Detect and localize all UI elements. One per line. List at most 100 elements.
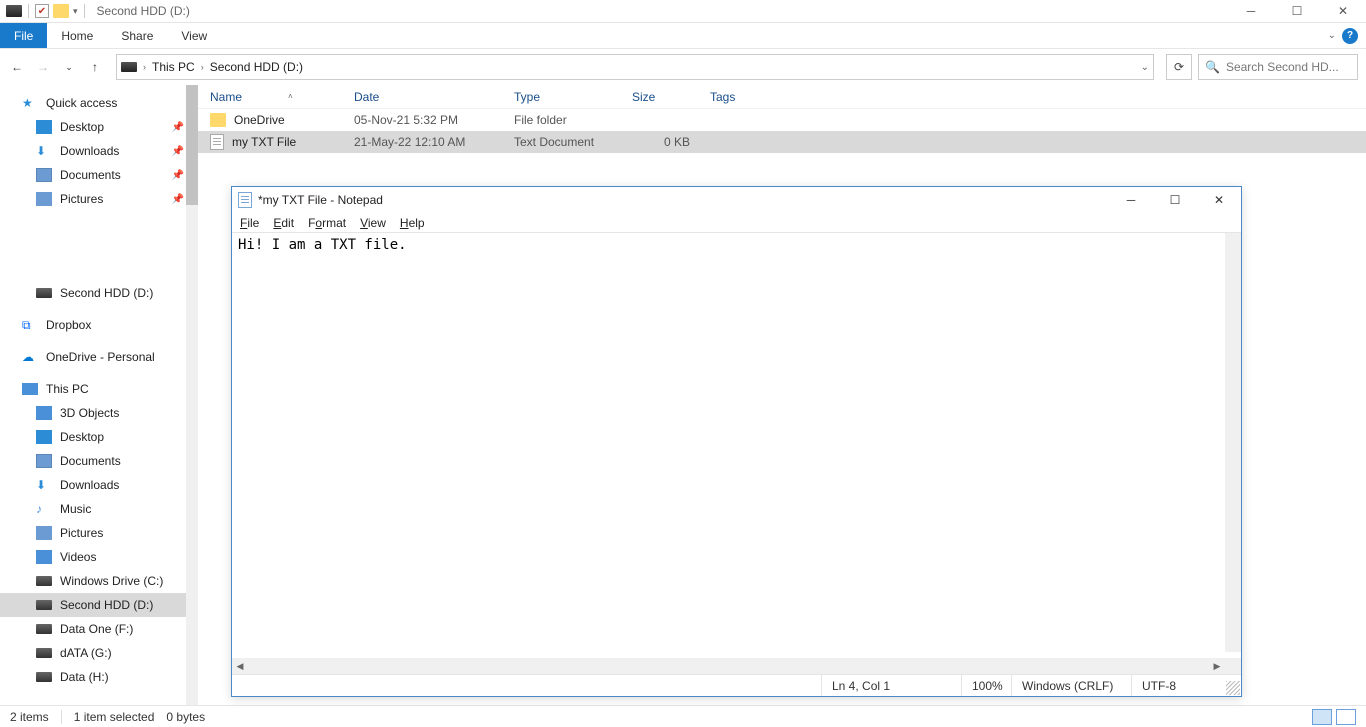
crumb-thispc[interactable]: This PC xyxy=(152,60,195,74)
notepad-maximize-button[interactable]: ☐ xyxy=(1153,187,1197,213)
drive-icon xyxy=(36,648,52,658)
drive-icon xyxy=(36,288,52,298)
drive-icon xyxy=(36,624,52,634)
refresh-button[interactable]: ⟳ xyxy=(1166,54,1192,80)
sidebar-pictures[interactable]: Pictures📌 xyxy=(0,187,198,211)
sort-asc-icon: ˄ xyxy=(288,92,293,101)
notepad-editor[interactable]: Hi! I am a TXT file. xyxy=(232,233,1241,674)
sidebar-dropbox[interactable]: ⧉Dropbox xyxy=(0,313,198,337)
notepad-vscrollbar[interactable] xyxy=(1225,233,1241,652)
file-row[interactable]: OneDrive 05-Nov-21 5:32 PM File folder xyxy=(198,109,1366,131)
col-name[interactable]: Name˄ xyxy=(210,90,354,104)
menu-view[interactable]: View xyxy=(360,216,386,230)
sidebar-windows-drive[interactable]: Windows Drive (C:) xyxy=(0,569,198,593)
sidebar-scrollthumb[interactable] xyxy=(186,85,198,205)
notepad-scroll-corner xyxy=(1225,658,1241,674)
notepad-minimize-button[interactable]: ─ xyxy=(1109,187,1153,213)
pc-icon xyxy=(22,383,38,395)
download-icon: ⬇ xyxy=(36,144,52,158)
crumb-drive[interactable]: Second HDD (D:) xyxy=(210,60,303,74)
qat-newfolder-icon[interactable] xyxy=(53,4,69,18)
minimize-button[interactable]: ─ xyxy=(1228,0,1274,23)
search-placeholder: Search Second HD... xyxy=(1226,60,1339,74)
ribbon-expand-icon[interactable]: ⌄ xyxy=(1328,30,1336,41)
sidebar-documents-pc[interactable]: Documents xyxy=(0,449,198,473)
status-eol: Windows (CRLF) xyxy=(1011,675,1131,696)
menu-help[interactable]: Help xyxy=(400,216,425,230)
chevron-right-icon[interactable]: › xyxy=(201,62,204,72)
sidebar-documents[interactable]: Documents📌 xyxy=(0,163,198,187)
sidebar-videos[interactable]: Videos xyxy=(0,545,198,569)
history-dropdown[interactable]: ⌄ xyxy=(60,58,78,76)
sidebar-pictures-pc[interactable]: Pictures xyxy=(0,521,198,545)
download-icon: ⬇ xyxy=(36,478,52,492)
sidebar-data-one[interactable]: Data One (F:) xyxy=(0,617,198,641)
details-view-button[interactable] xyxy=(1312,709,1332,725)
menu-edit[interactable]: Edit xyxy=(273,216,294,230)
sidebar-thispc[interactable]: This PC xyxy=(0,377,198,401)
document-icon xyxy=(36,454,52,468)
pin-icon: 📌 xyxy=(172,122,184,133)
navbar: ← → ⌄ ↑ › This PC › Second HDD (D:) ⌄ ⟳ … xyxy=(0,49,1366,85)
sidebar-data-g[interactable]: dATA (G:) xyxy=(0,641,198,665)
search-box[interactable]: 🔍 Search Second HD... xyxy=(1198,54,1358,80)
star-icon: ★ xyxy=(22,96,38,110)
notepad-title: *my TXT File - Notepad xyxy=(258,193,383,207)
ribbon-share[interactable]: Share xyxy=(107,23,167,48)
forward-button[interactable]: → xyxy=(34,58,52,76)
menu-file[interactable]: File xyxy=(240,216,259,230)
col-tags[interactable]: Tags xyxy=(710,90,1366,104)
sidebar: ★Quick access Desktop📌 ⬇Downloads📌 Docum… xyxy=(0,85,198,705)
desktop-icon xyxy=(36,430,52,444)
sidebar-onedrive[interactable]: ☁OneDrive - Personal xyxy=(0,345,198,369)
sidebar-second-hdd-qa[interactable]: Second HDD (D:) xyxy=(0,281,198,305)
chevron-right-icon[interactable]: › xyxy=(143,62,146,72)
scroll-left-icon[interactable]: ◀ xyxy=(232,658,248,674)
sidebar-desktop[interactable]: Desktop📌 xyxy=(0,115,198,139)
col-type[interactable]: Type xyxy=(514,90,632,104)
notepad-titlebar[interactable]: *my TXT File - Notepad ─ ☐ ✕ xyxy=(232,187,1241,213)
cloud-icon: ☁ xyxy=(22,350,38,364)
pictures-icon xyxy=(36,526,52,540)
col-size[interactable]: Size xyxy=(632,90,710,104)
notepad-menubar: File Edit Format View Help xyxy=(232,213,1241,233)
sidebar-desktop-pc[interactable]: Desktop xyxy=(0,425,198,449)
ribbon-view[interactable]: View xyxy=(167,23,221,48)
back-button[interactable]: ← xyxy=(8,58,26,76)
status-selection: 1 item selected xyxy=(74,710,155,724)
sidebar-music[interactable]: ♪Music xyxy=(0,497,198,521)
resize-grip-icon[interactable] xyxy=(1226,681,1240,695)
maximize-button[interactable]: ☐ xyxy=(1274,0,1320,23)
menu-format[interactable]: Format xyxy=(308,216,346,230)
drive-icon xyxy=(6,5,22,17)
pin-icon: 📌 xyxy=(172,146,184,157)
file-row-selected[interactable]: my TXT File 21-May-22 12:10 AM Text Docu… xyxy=(198,131,1366,153)
notepad-hscrollbar[interactable]: ◀ ▶ xyxy=(232,658,1225,674)
ribbon-home[interactable]: Home xyxy=(47,23,107,48)
notepad-close-button[interactable]: ✕ xyxy=(1197,187,1241,213)
sidebar-second-hdd[interactable]: Second HDD (D:) xyxy=(0,593,198,617)
status-bytes: 0 bytes xyxy=(166,710,205,724)
qat-dropdown-icon[interactable]: ▾ xyxy=(73,6,78,17)
sidebar-quick-access[interactable]: ★Quick access xyxy=(0,91,198,115)
address-drive-icon xyxy=(121,62,137,72)
dropbox-icon: ⧉ xyxy=(22,318,38,332)
qat-properties-icon[interactable]: ✔ xyxy=(35,4,49,18)
up-button[interactable]: ↑ xyxy=(86,58,104,76)
address-dropdown-icon[interactable]: ⌄ xyxy=(1141,62,1149,73)
sidebar-3d-objects[interactable]: 3D Objects xyxy=(0,401,198,425)
notepad-statusbar: Ln 4, Col 1 100% Windows (CRLF) UTF-8 xyxy=(232,674,1241,696)
textfile-icon xyxy=(210,134,224,150)
col-date[interactable]: Date xyxy=(354,90,514,104)
sidebar-downloads[interactable]: ⬇Downloads📌 xyxy=(0,139,198,163)
status-bar: 2 items 1 item selected 0 bytes xyxy=(0,705,1366,727)
pictures-icon xyxy=(36,192,52,206)
tiles-view-button[interactable] xyxy=(1336,709,1356,725)
help-icon[interactable]: ? xyxy=(1342,28,1358,44)
sidebar-data-h[interactable]: Data (H:) xyxy=(0,665,198,689)
scroll-right-icon[interactable]: ▶ xyxy=(1209,658,1225,674)
ribbon-file[interactable]: File xyxy=(0,23,47,48)
sidebar-downloads-pc[interactable]: ⬇Downloads xyxy=(0,473,198,497)
address-bar[interactable]: › This PC › Second HDD (D:) ⌄ xyxy=(116,54,1154,80)
close-button[interactable]: ✕ xyxy=(1320,0,1366,23)
